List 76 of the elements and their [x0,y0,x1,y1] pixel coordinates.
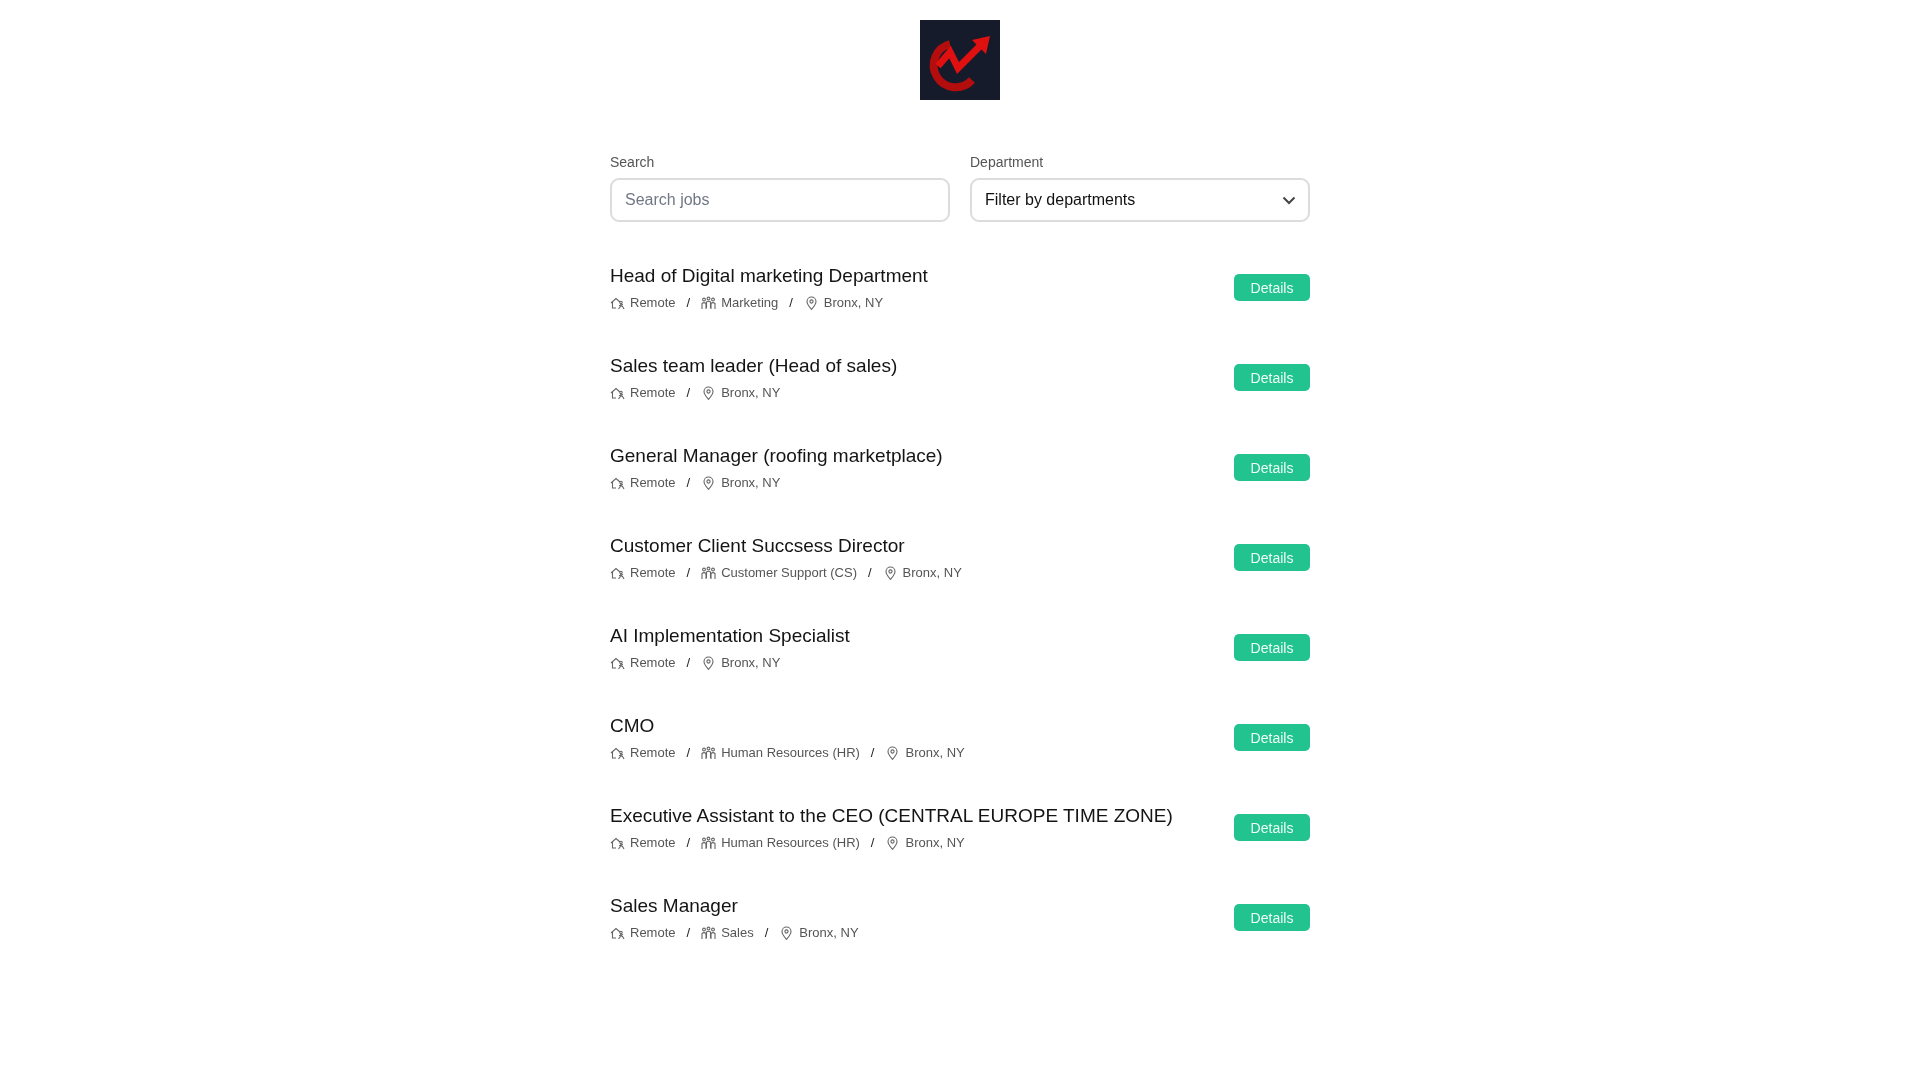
job-title: Sales Manager [610,894,739,918]
field-label: Search [610,154,656,171]
house-person-icon [610,385,625,400]
house-person-icon [610,655,625,670]
separator: / [685,654,692,671]
department-text: Human Resources (HR) [721,834,860,851]
department-text: Human Resources (HR) [721,744,860,761]
department-select[interactable]: Filter by departments [970,178,1310,222]
house-person-icon [610,835,625,850]
search-field[interactable]: Search jobs [610,178,950,222]
house-person-icon [610,925,625,940]
people-icon [701,925,717,940]
house-person-icon [610,475,625,490]
location-pin-icon [701,385,717,400]
house-person-icon [610,745,625,760]
location-text: Bronx, NY [721,654,781,671]
people-icon [701,565,717,580]
separator: / [685,564,692,581]
location-pin-icon [885,835,901,850]
location-text: Bronx, NY [721,474,781,491]
location-pin-icon [882,565,898,580]
people-icon [701,295,717,310]
separator: / [685,744,692,761]
separator: / [867,564,873,581]
separator: / [869,834,876,851]
job-title: AI Implementation Specialist [610,624,850,648]
job-title: CMO [610,714,656,738]
details-button[interactable]: Details [1234,454,1310,481]
department-text: Customer Support (CS) [721,564,857,581]
work-mode-text: Remote [630,294,676,311]
location-text: Bronx, NY [721,384,781,401]
location-pin-icon [779,925,795,940]
people-icon [701,745,717,760]
house-person-icon [610,295,625,310]
location-text: Bronx, NY [799,924,859,941]
location-pin-icon [885,745,901,760]
house-person-icon [610,565,625,580]
separator: / [869,744,876,761]
location-text: Bronx, NY [902,564,962,581]
work-mode-text: Remote [630,384,676,401]
work-mode-text: Remote [630,474,676,491]
job-title: Customer Client Succsess Director [610,534,906,558]
separator: / [763,924,770,941]
job-title: Head of Digital marketing Department [610,264,928,288]
details-button[interactable]: Details [1234,814,1310,841]
location-text: Bronx, NY [905,744,965,761]
department-text: Sales [721,924,754,941]
chevron-icon [1282,195,1296,205]
location-text: Bronx, NY [823,294,884,311]
separator: / [685,834,692,851]
details-button[interactable]: Details [1234,724,1310,751]
location-text: Bronx, NY [905,834,965,851]
location-pin-icon [701,655,717,670]
details-button[interactable]: Details [1234,634,1310,661]
location-pin-icon [803,295,819,310]
details-button[interactable]: Details [1234,904,1310,931]
details-button[interactable]: Details [1234,544,1310,571]
details-button[interactable]: Details [1234,274,1310,301]
field-label: Department [970,154,1045,171]
department-text: Marketing [721,294,779,311]
separator: / [685,384,692,401]
work-mode-text: Remote [630,924,676,941]
details-button[interactable]: Details [1234,364,1310,391]
location-pin-icon [701,475,717,490]
separator: / [788,294,794,311]
work-mode-text: Remote [630,834,676,851]
job-title: General Manager (roofing marketplace) [610,444,943,468]
work-mode-text: Remote [630,654,676,671]
job-title: Sales team leader (Head of sales) [610,354,898,378]
separator: / [685,924,692,941]
separator: / [685,474,692,491]
people-icon [701,835,717,850]
work-mode-text: Remote [630,744,676,761]
job-title: Executive Assistant to the CEO (CENTRAL EUROPE TIME ZONE) [610,804,1173,828]
separator: / [685,294,692,311]
work-mode-text: Remote [630,564,676,581]
